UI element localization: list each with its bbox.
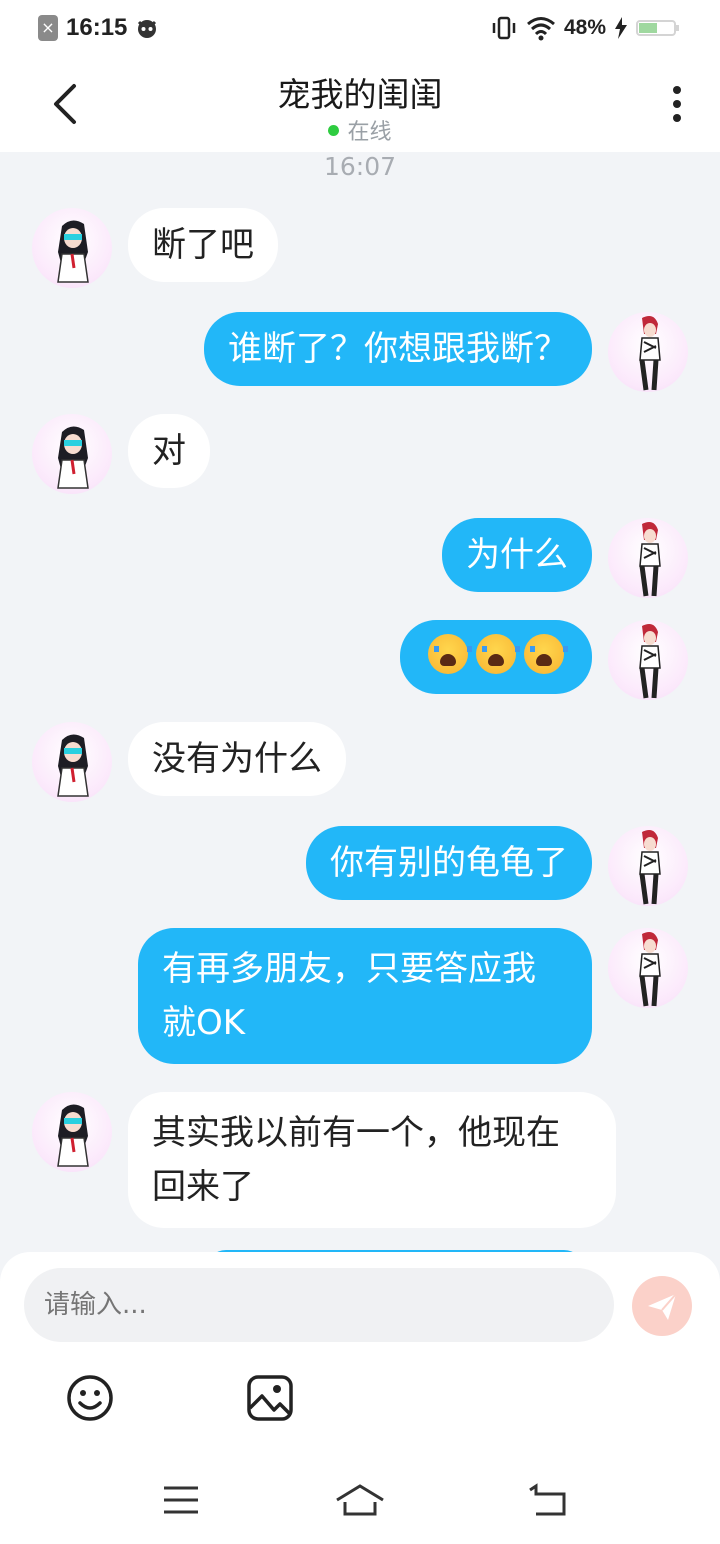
incoming-message[interactable]: 没有为什么 bbox=[128, 722, 346, 796]
crying-face-icon bbox=[524, 634, 568, 674]
status-bar: × 16:15 48% bbox=[0, 0, 720, 56]
send-icon bbox=[648, 1293, 677, 1320]
incoming-message[interactable]: 对 bbox=[128, 414, 210, 488]
contact-avatar[interactable] bbox=[32, 414, 112, 494]
outgoing-emoji-message[interactable] bbox=[400, 620, 592, 694]
contact-avatar[interactable] bbox=[32, 722, 112, 802]
status-left: × 16:15 bbox=[38, 14, 159, 42]
battery-percent: 48% bbox=[563, 16, 606, 39]
outgoing-message[interactable]: 你有别的龟龟了 bbox=[306, 826, 592, 900]
notification-close-icon: × bbox=[38, 15, 58, 41]
my-avatar[interactable] bbox=[608, 518, 688, 598]
wifi-icon bbox=[527, 17, 555, 41]
contact-avatar[interactable] bbox=[32, 1092, 112, 1172]
charging-icon bbox=[615, 17, 627, 39]
battery-icon bbox=[636, 20, 679, 36]
image-icon[interactable] bbox=[244, 1372, 296, 1424]
my-avatar[interactable] bbox=[608, 826, 688, 906]
status-right: 48% bbox=[490, 14, 680, 42]
chat-area[interactable]: 16:07 断了吧 谁断了？你想跟我断？ 对 为什么 没有为什么 你有别的龟龟了… bbox=[0, 152, 720, 1252]
message-input[interactable] bbox=[24, 1268, 614, 1342]
status-time: 16:15 bbox=[66, 14, 128, 41]
online-dot-icon bbox=[328, 125, 340, 136]
contact-avatar[interactable] bbox=[32, 208, 112, 288]
more-options-icon[interactable] bbox=[672, 86, 682, 126]
vibrate-icon bbox=[492, 16, 516, 40]
back-nav-icon[interactable] bbox=[524, 1478, 574, 1522]
my-avatar[interactable] bbox=[608, 312, 688, 392]
my-avatar[interactable] bbox=[608, 928, 688, 1008]
chat-header: 宠我的闺闺 在线 bbox=[0, 56, 720, 152]
incoming-message[interactable]: 其实我以前有一个，他现在回来了 bbox=[128, 1092, 616, 1228]
smiley-icon[interactable] bbox=[64, 1372, 116, 1424]
home-icon[interactable] bbox=[335, 1478, 385, 1522]
online-label: 在线 bbox=[347, 120, 392, 145]
message-timestamp: 16:07 bbox=[323, 152, 397, 181]
system-nav-bar bbox=[0, 1464, 720, 1544]
outgoing-message[interactable]: 为什么 bbox=[442, 518, 592, 592]
menu-icon[interactable] bbox=[156, 1478, 206, 1522]
outgoing-message[interactable]: 有再多朋友，只要答应我就OK bbox=[138, 928, 592, 1064]
contact-name: 宠我的闺闺 bbox=[277, 75, 443, 114]
outgoing-message[interactable]: 谁断了？你想跟我断？ bbox=[204, 312, 592, 386]
crying-face-icon bbox=[428, 634, 472, 674]
my-avatar[interactable] bbox=[608, 620, 688, 700]
online-status: 在线 bbox=[0, 114, 720, 146]
send-button[interactable] bbox=[632, 1276, 692, 1336]
composer-panel bbox=[0, 1252, 720, 1544]
incoming-message[interactable]: 断了吧 bbox=[128, 208, 278, 282]
crying-face-icon bbox=[476, 634, 520, 674]
cat-app-icon bbox=[138, 20, 157, 38]
